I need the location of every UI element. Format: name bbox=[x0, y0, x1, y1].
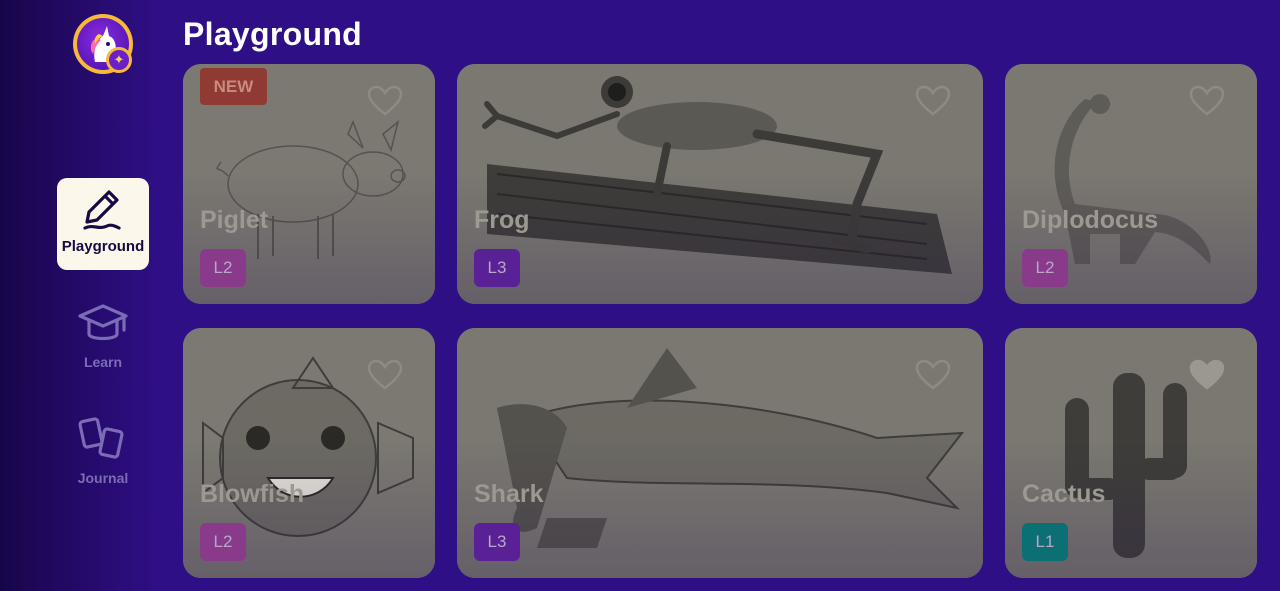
card-title: Cactus bbox=[1022, 480, 1106, 508]
pen-icon bbox=[83, 190, 121, 230]
nav-item-journal[interactable]: Journal bbox=[57, 414, 149, 486]
heart-icon[interactable] bbox=[367, 85, 403, 117]
nav-label-learn: Learn bbox=[83, 354, 123, 370]
level-badge: L2 bbox=[200, 523, 246, 561]
card-frog[interactable]: Frog L3 bbox=[457, 64, 983, 304]
card-shade bbox=[457, 64, 983, 304]
card-piglet[interactable]: NEW Piglet L2 bbox=[183, 64, 435, 304]
card-title: Frog bbox=[474, 206, 530, 234]
card-blowfish[interactable]: Blowfish L2 bbox=[183, 328, 435, 578]
level-badge: L1 bbox=[1022, 523, 1068, 561]
card-title: Piglet bbox=[200, 206, 269, 234]
page-title: Playground bbox=[183, 16, 363, 52]
journal-icon bbox=[78, 417, 124, 459]
heart-icon[interactable] bbox=[915, 85, 951, 117]
level-badge: L2 bbox=[1022, 249, 1068, 287]
nav-item-playground[interactable]: Playground bbox=[57, 178, 149, 270]
level-badge: L2 bbox=[200, 249, 246, 287]
card-shade bbox=[457, 328, 983, 578]
nav-label-journal: Journal bbox=[77, 470, 129, 486]
level-badge: L3 bbox=[474, 249, 520, 287]
new-badge: NEW bbox=[200, 68, 267, 105]
card-shark[interactable]: Shark L3 bbox=[457, 328, 983, 578]
graduation-cap-icon bbox=[78, 304, 128, 341]
heart-icon[interactable] bbox=[915, 359, 951, 391]
card-title: Shark bbox=[474, 480, 544, 508]
level-badge: L3 bbox=[474, 523, 520, 561]
card-cactus[interactable]: Cactus L1 bbox=[1005, 328, 1257, 578]
heart-icon[interactable] bbox=[1189, 85, 1225, 117]
nav-item-learn[interactable]: Learn bbox=[57, 300, 149, 370]
heart-icon[interactable] bbox=[367, 359, 403, 391]
card-title: Blowfish bbox=[200, 480, 305, 508]
sidebar: ✦ Playground Learn Journal bbox=[0, 0, 160, 591]
sparkle-badge-icon: ✦ bbox=[106, 47, 132, 73]
card-diplodocus[interactable]: Diplodocus L2 bbox=[1005, 64, 1257, 304]
nav-label-playground: Playground bbox=[61, 238, 145, 255]
card-title: Diplodocus bbox=[1022, 206, 1159, 234]
heart-icon[interactable] bbox=[1189, 359, 1225, 391]
